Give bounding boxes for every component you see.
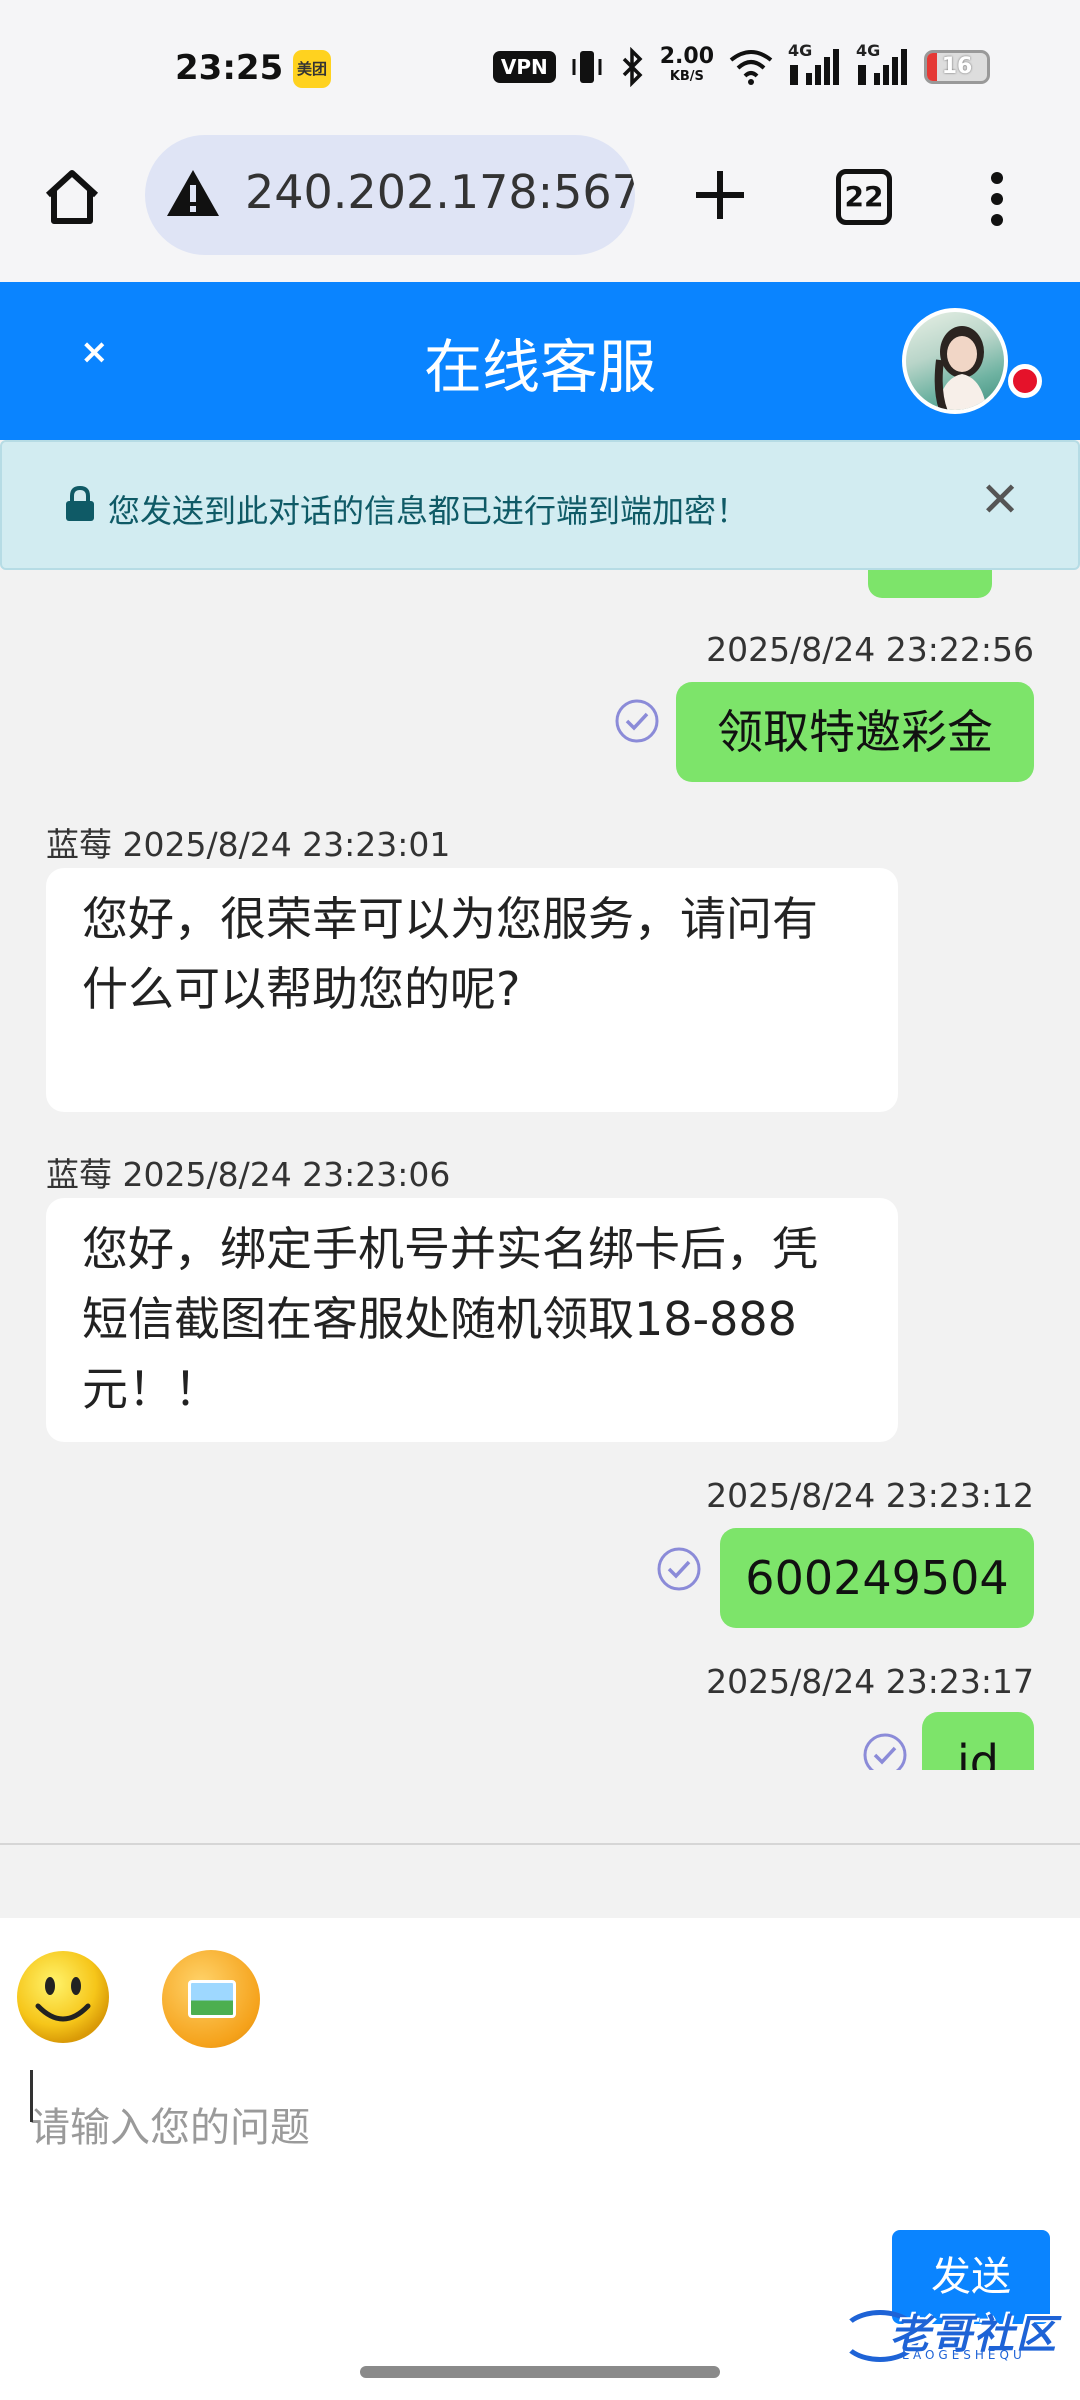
gesture-home-bar[interactable] — [360, 2366, 720, 2378]
lock-icon — [66, 486, 94, 521]
outgoing-message: id — [922, 1712, 1034, 1770]
status-bar: 23:25 美团 VPN 2.00 KB/S 4G 4G 16 — [0, 0, 1080, 135]
signal-bars-icon — [790, 49, 839, 85]
online-status-dot — [1008, 364, 1042, 398]
dismiss-notice-button[interactable]: ✕ — [980, 472, 1020, 528]
signal-1: 4G — [788, 41, 842, 87]
browser-toolbar: 240.202.178:5671 22 — [0, 135, 1080, 282]
wifi-icon — [729, 50, 773, 85]
read-check-icon — [615, 699, 659, 743]
meituan-app-icon: 美团 — [293, 50, 331, 88]
home-icon[interactable] — [40, 165, 104, 229]
agent-avatar — [902, 308, 1008, 414]
network-speed: 2.00 KB/S — [659, 44, 714, 85]
message-input[interactable] — [30, 2068, 1050, 2188]
vpn-icon: VPN — [492, 51, 556, 83]
community-watermark-logo: 老哥社区 LAOGESHEQU — [840, 2300, 1066, 2370]
outgoing-message: 600249504 — [720, 1528, 1034, 1628]
new-tab-icon[interactable] — [690, 165, 750, 225]
message-sender-time: 蓝莓 2025/8/24 23:23:06 — [46, 1155, 451, 1194]
incoming-message: 您好，很荣幸可以为您服务，请问有什么可以帮助您的呢? — [46, 868, 898, 1112]
clipped-message-bubble — [868, 570, 992, 598]
text-caret — [30, 2070, 33, 2122]
signal-bars-icon — [858, 49, 907, 85]
message-timestamp: 2025/8/24 23:22:56 — [706, 630, 1034, 669]
message-list[interactable]: 2025/8/24 23:22:56 领取特邀彩金 蓝莓 2025/8/24 2… — [0, 570, 1080, 1770]
battery-icon: 16 — [924, 50, 990, 84]
signal-2: 4G — [856, 41, 910, 87]
tab-switcher-button[interactable]: 22 — [836, 169, 892, 225]
composer-divider — [0, 1843, 1080, 1845]
image-upload-button[interactable] — [162, 1950, 260, 2048]
vibrate-icon — [572, 51, 602, 83]
incoming-message: 您好，绑定手机号并实名绑卡后，凭短信截图在客服处随机领取18-888元！！ — [46, 1198, 898, 1442]
warning-icon[interactable] — [165, 167, 221, 219]
status-icons: VPN 2.00 KB/S 4G 4G 16 — [492, 41, 990, 90]
url-text[interactable]: 240.202.178:5671 — [245, 165, 635, 219]
message-sender-time: 蓝莓 2025/8/24 23:23:01 — [46, 825, 451, 864]
bluetooth-icon — [622, 47, 643, 87]
message-timestamp: 2025/8/24 23:23:12 — [706, 1476, 1034, 1515]
watermark-subtext: LAOGESHEQU — [902, 2348, 1026, 2362]
clock: 23:25 — [175, 48, 284, 88]
read-check-icon — [863, 1733, 907, 1770]
outgoing-message: 领取特邀彩金 — [676, 682, 1034, 782]
chat-header: × 在线客服 — [0, 282, 1080, 440]
more-menu-icon[interactable] — [990, 171, 1004, 227]
read-check-icon — [657, 1547, 701, 1591]
address-bar[interactable]: 240.202.178:5671 — [145, 135, 635, 255]
encryption-notice-text: 您发送到此对话的信息都已进行端到端加密！ — [108, 492, 749, 530]
encryption-notice: 您发送到此对话的信息都已进行端到端加密！ ✕ — [0, 440, 1080, 570]
emoji-icon[interactable] — [14, 1948, 112, 2046]
picture-icon — [188, 1980, 236, 2018]
message-timestamp: 2025/8/24 23:23:17 — [706, 1662, 1034, 1701]
